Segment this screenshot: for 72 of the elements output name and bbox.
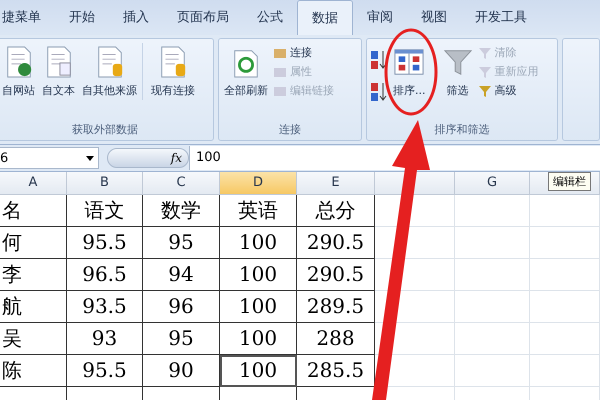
table-cell (530, 227, 600, 259)
insert-function-button[interactable]: fx (170, 151, 182, 165)
ribbon-tab[interactable]: 公式 (243, 0, 297, 35)
ribbon-tab[interactable]: 数据 (297, 0, 353, 35)
ribbon-button[interactable]: 现有连接 (142, 43, 197, 100)
table-cell (530, 259, 600, 291)
ribbon-tab[interactable]: 审阅 (353, 0, 407, 35)
ribbon-button[interactable]: 自文本 (40, 43, 77, 100)
table-cell: 96 (143, 291, 220, 323)
table-cell: 陈 (0, 355, 67, 387)
column-header[interactable]: E (297, 172, 375, 195)
ribbon-tab[interactable]: 插入 (109, 0, 163, 35)
ribbon-group: 排序... 筛选 清除 重新应用 高级 排序和筛选 (366, 38, 558, 141)
table-cell: 英语 (220, 195, 297, 227)
table-cell: 100 (220, 227, 297, 259)
caret-icon (86, 156, 94, 160)
ribbon-button[interactable]: 自网站 (0, 43, 37, 100)
column-header[interactable]: D (220, 172, 297, 195)
table-cell: 288 (297, 323, 375, 355)
refresh-all-button[interactable]: 全部刷新 (222, 43, 270, 100)
column-header[interactable]: G (455, 172, 530, 195)
table-cell: 总分 (297, 195, 375, 227)
table-cell (530, 195, 600, 227)
table-cell: 何 (0, 227, 67, 259)
table-cell: 290.5 (297, 259, 375, 291)
table-cell: 100 (220, 291, 297, 323)
table-cell: 100 (220, 355, 297, 387)
table-cell (530, 291, 600, 323)
sort-descending-icon[interactable] (370, 81, 388, 103)
table-cell: 名 (0, 195, 67, 227)
table-cell: 90 (143, 355, 220, 387)
table-cell: 数学 (143, 195, 220, 227)
table-cell: 93.5 (67, 291, 143, 323)
table-cell (530, 355, 600, 387)
sort-ascending-icon[interactable] (370, 49, 388, 71)
ribbon-tab[interactable]: 视图 (407, 0, 461, 35)
ribbon-button[interactable]: 连接 (273, 45, 334, 60)
table-cell: 100 (220, 323, 297, 355)
table-cell: 100 (220, 259, 297, 291)
table-cell: 94 (143, 259, 220, 291)
ribbon-tab[interactable]: 开始 (55, 0, 109, 35)
ribbon-group: 全部刷新 连接 属性 编辑链接 连接 (218, 38, 362, 141)
table-cell: 93 (67, 323, 143, 355)
ribbon-tab[interactable]: 捷菜单 (0, 0, 55, 35)
ribbon-tab[interactable]: 页面布局 (163, 0, 243, 35)
table-cell: 航 (0, 291, 67, 323)
name-box[interactable]: 6 (0, 147, 99, 169)
table-cell: 语文 (67, 195, 143, 227)
sort-button[interactable]: 排序... (391, 43, 428, 100)
column-header[interactable]: A (0, 172, 67, 195)
funnel-icon (478, 84, 492, 98)
table-cell: 289.5 (297, 291, 375, 323)
table-cell: 吴 (0, 323, 67, 355)
table-cell (530, 323, 600, 355)
table-cell: 95 (143, 227, 220, 259)
table-cell: 96.5 (67, 259, 143, 291)
table-cell: 95 (143, 323, 220, 355)
filter-button[interactable]: 筛选 (440, 43, 474, 100)
ribbon-group: 自网站 自文本 自其他来源 现有连接 获取外部数据 (0, 38, 214, 141)
table-cell: 95.5 (67, 355, 143, 387)
formula-field[interactable]: 100 (189, 146, 600, 170)
table-cell: 290.5 (297, 227, 375, 259)
table-cell: 95.5 (67, 227, 143, 259)
tooltip: 编辑栏 (548, 172, 591, 191)
ribbon-button[interactable]: 高级 (478, 83, 538, 98)
table-cell: 李 (0, 259, 67, 291)
column-header[interactable]: C (143, 172, 220, 195)
ribbon-tab[interactable]: 开发工具 (461, 0, 541, 35)
funnel-icon (478, 64, 492, 78)
ribbon-button[interactable]: 自其他来源 (80, 43, 139, 100)
funnel-icon (478, 46, 492, 60)
column-header[interactable]: B (67, 172, 143, 195)
